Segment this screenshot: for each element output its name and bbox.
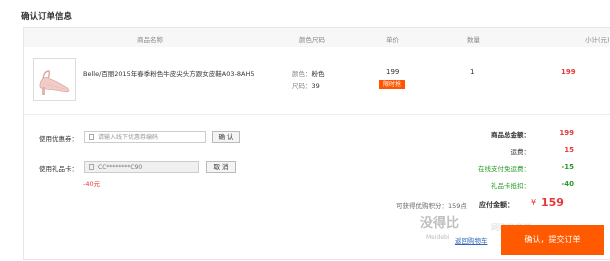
product-size: 尺码：39 [292, 82, 320, 90]
pink-shoe-icon [39, 70, 70, 95]
coupon-confirm-button[interactable]: 确 认 [212, 131, 240, 143]
gift-card-cancel-button[interactable]: 取 消 [206, 161, 236, 173]
coupon-placeholder: 请输入线下优惠券编码 [98, 134, 159, 141]
submit-order-button[interactable]: 确认，提交订单 [501, 225, 604, 255]
gift-card-value: CC********C90 [98, 164, 143, 171]
header-color-size: 颜色尺码 [299, 36, 325, 44]
header-product-name: 商品名称 [137, 36, 163, 44]
flash-sale-badge: 限时抢 [379, 80, 405, 89]
return-to-cart-link[interactable]: 返回购物车 [455, 235, 488, 245]
product-name-link[interactable]: Belle/百丽2015年春季粉色牛皮尖头方跟女皮鞋A03-8AH5 [83, 68, 254, 78]
currency-symbol: ¥ [531, 198, 537, 207]
header-subtotal: 小计(元) [585, 36, 610, 44]
payable-amount: 159 [541, 196, 564, 209]
coupon-icon [89, 134, 94, 140]
gift-card-label: 使用礼品卡： [39, 165, 78, 173]
product-thumbnail[interactable] [33, 58, 76, 101]
goods-total-value: 199 [559, 129, 574, 137]
shipping-value: 15 [564, 146, 574, 154]
gift-card-icon [89, 164, 94, 170]
shipping-label: 运费： [510, 148, 531, 156]
free-shipping-value: -15 [561, 163, 574, 171]
points-earned: 可获得优购积分：159点 [396, 202, 467, 210]
watermark-logo: 没得比 [420, 216, 460, 231]
item-subtotal: 199 [561, 68, 576, 76]
payable-label: 应付金额： [479, 201, 514, 209]
gift-card-deduction-value: -40 [561, 180, 574, 188]
header-unit-price: 单价 [386, 36, 399, 44]
free-shipping-label: 在线支付免运费： [478, 165, 530, 173]
page-title: 确认订单信息 [21, 12, 73, 22]
gift-card-input[interactable]: CC********C90 [84, 161, 199, 173]
unit-price: 199 [386, 68, 400, 76]
coupon-input[interactable]: 请输入线下优惠券编码 [84, 131, 206, 143]
gift-card-deduction: -40元 [83, 180, 101, 188]
product-color: 颜色：粉色 [292, 70, 325, 78]
goods-total-label: 商品总金额： [491, 131, 530, 139]
header-quantity: 数量 [467, 36, 480, 44]
coupon-label: 使用优惠券： [39, 135, 78, 143]
watermark-sub: Meidebi [426, 234, 450, 241]
section-divider [24, 114, 610, 115]
quantity: 1 [470, 68, 475, 76]
gift-card-deduction-label: 礼品卡抵扣： [491, 182, 530, 190]
